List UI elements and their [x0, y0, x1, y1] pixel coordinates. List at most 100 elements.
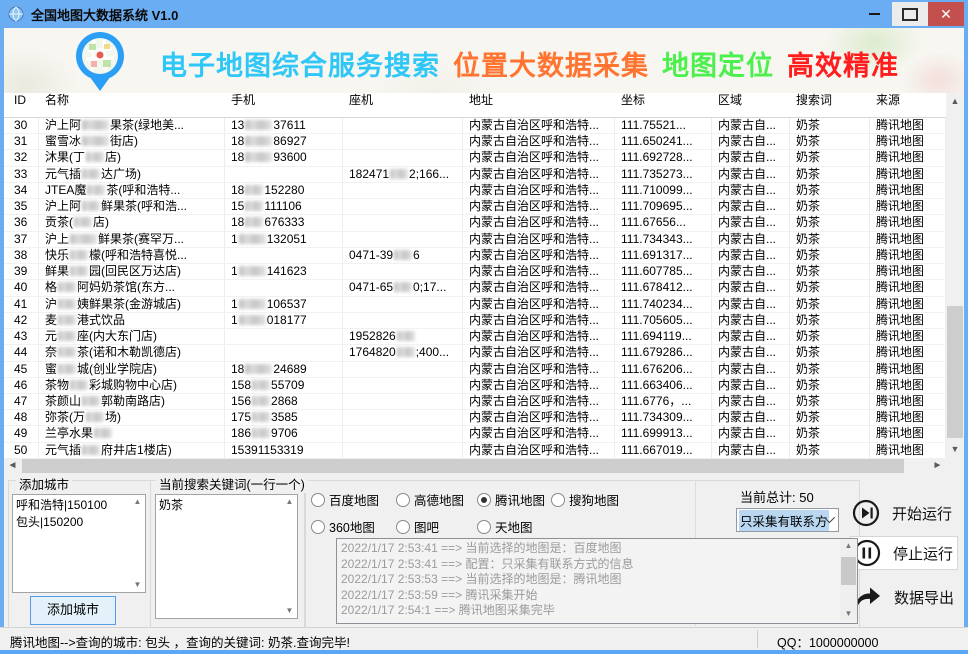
censored-blur	[58, 364, 76, 374]
table-row[interactable]: 40格阿妈奶茶馆(东方...0471-650;17...内蒙古自治区呼和浩特..…	[4, 280, 946, 296]
table-cell: 44	[4, 345, 39, 360]
scroll-up-icon[interactable]: ▲	[840, 539, 857, 553]
add-city-button[interactable]: 添加城市	[30, 596, 116, 625]
start-run-button[interactable]: 开始运行	[852, 496, 958, 530]
table-row[interactable]: 49兰亭水果1869706内蒙古自治区呼和浩特...111.699913...内…	[4, 426, 946, 442]
table-cell: 内蒙古自...	[712, 443, 790, 458]
table-cell: 奶茶	[790, 362, 870, 377]
column-header[interactable]: 区域	[712, 93, 790, 117]
radio-icon[interactable]	[396, 493, 410, 507]
table-cell: 111.75521...	[615, 118, 712, 133]
radio-icon[interactable]	[396, 520, 410, 534]
table-row[interactable]: 48弥茶(万场)1753585内蒙古自治区呼和浩特...111.734309..…	[4, 410, 946, 426]
keyword-input[interactable]: 奶茶	[155, 494, 298, 619]
map-source-radio-360地图[interactable]: 360地图	[311, 517, 375, 536]
vertical-scroll-thumb[interactable]	[947, 306, 963, 438]
table-row[interactable]: 33元气插达广场)1824712;166...内蒙古自治区呼和浩特...111.…	[4, 167, 946, 183]
close-button[interactable]: ✕	[928, 2, 964, 26]
column-header[interactable]: 地址	[463, 93, 615, 117]
table-row[interactable]: 32沐果(丁店)1893600内蒙古自治区呼和浩特...111.692728..…	[4, 150, 946, 166]
map-source-radio-搜狗地图[interactable]: 搜狗地图	[551, 490, 619, 509]
table-cell: 腾讯地图	[870, 199, 946, 214]
table-row[interactable]: 46茶物彩城购物中心店)15855709内蒙古自治区呼和浩特...111.663…	[4, 378, 946, 394]
title-bar[interactable]: 全国地图大数据系统 V1.0 ✕	[0, 0, 968, 28]
column-header[interactable]: ID	[4, 93, 39, 117]
table-cell: 111.676206...	[615, 362, 712, 377]
radio-icon[interactable]	[477, 493, 491, 507]
column-header[interactable]: 坐标	[615, 93, 712, 117]
column-header[interactable]: 手机	[225, 93, 343, 117]
radio-icon[interactable]	[551, 493, 565, 507]
textarea-down-icon[interactable]: ▼	[131, 579, 144, 591]
maximize-button[interactable]	[892, 2, 928, 26]
horizontal-scroll-thumb[interactable]	[22, 459, 904, 473]
column-header[interactable]: 搜索词	[790, 93, 870, 117]
textarea-up-icon[interactable]: ▲	[131, 496, 144, 508]
table-row[interactable]: 45蜜城(创业学院店)1824689内蒙古自治区呼和浩特...111.67620…	[4, 362, 946, 378]
minimize-button[interactable]	[856, 2, 892, 26]
table-row[interactable]: 34JTEA魔茶(呼和浩特...18152280内蒙古自治区呼和浩特...111…	[4, 183, 946, 199]
map-source-radio-百度地图[interactable]: 百度地图	[311, 490, 379, 509]
stop-run-button[interactable]: 停止运行	[850, 536, 958, 570]
table-cell: 腾讯地图	[870, 264, 946, 279]
table-cell	[343, 297, 463, 312]
table-row[interactable]: 39鲜果园(回民区万达店)1141623内蒙古自治区呼和浩特...111.607…	[4, 264, 946, 280]
scroll-right-icon[interactable]: ►	[929, 458, 946, 474]
table-row[interactable]: 31蜜雪冰街店)1886927内蒙古自治区呼和浩特...111.650241..…	[4, 134, 946, 150]
table-cell: 内蒙古自治区呼和浩特...	[463, 199, 615, 214]
column-header[interactable]: 名称	[39, 93, 225, 117]
table-row[interactable]: 42麦港式饮品1018177内蒙古自治区呼和浩特...111.705605...…	[4, 313, 946, 329]
table-row[interactable]: 44奈茶(诺和木勒凯德店)1764820;400...内蒙古自治区呼和浩特...…	[4, 345, 946, 361]
table-row[interactable]: 43元座(内大东门店)1952826内蒙古自治区呼和浩特...111.69411…	[4, 329, 946, 345]
column-header[interactable]: 座机	[343, 93, 463, 117]
table-cell: 沪上鲜果茶(赛罕万...	[39, 232, 225, 247]
table-row[interactable]: 47茶颜山郭勒南路店)1562868内蒙古自治区呼和浩特...111.6776，…	[4, 394, 946, 410]
scroll-left-icon[interactable]: ◄	[4, 458, 21, 474]
radio-icon[interactable]	[311, 493, 325, 507]
table-row[interactable]: 36贡茶(店)18676333内蒙古自治区呼和浩特...111.67656...…	[4, 215, 946, 231]
log-scroll-thumb[interactable]	[841, 557, 856, 585]
status-divider	[757, 630, 758, 648]
table-cell: 奶茶	[790, 378, 870, 393]
censored-blur	[94, 428, 112, 438]
table-cell: 腾讯地图	[870, 183, 946, 198]
radio-icon[interactable]	[477, 520, 491, 534]
table-horizontal-scrollbar[interactable]: ◄ ►	[4, 458, 946, 474]
table-row[interactable]: 35沪上阿鲜果茶(呼和浩...15111106内蒙古自治区呼和浩特...111.…	[4, 199, 946, 215]
table-cell	[343, 410, 463, 425]
table-row[interactable]: 41沪姨鲜果茶(金游城店)1106537内蒙古自治区呼和浩特...111.740…	[4, 297, 946, 313]
map-source-radio-腾讯地图[interactable]: 腾讯地图	[477, 490, 545, 509]
table-row[interactable]: 50元气插府井店1楼店)15391153319内蒙古自治区呼和浩特...111.…	[4, 443, 946, 459]
city-list-input[interactable]: 呼和浩特|150100 包头|150200	[12, 494, 146, 593]
table-row[interactable]: 38快乐檬(呼和浩特喜悦...0471-396内蒙古自治区呼和浩特...111.…	[4, 248, 946, 264]
censored-blur	[394, 250, 412, 260]
textarea-down-icon[interactable]: ▼	[283, 605, 296, 617]
map-source-radio-天地图[interactable]: 天地图	[477, 517, 533, 536]
table-row[interactable]: 30沪上阿果茶(绿地美...1337611内蒙古自治区呼和浩特...111.75…	[4, 118, 946, 134]
table-row[interactable]: 37沪上鲜果茶(赛罕万...1132051内蒙古自治区呼和浩特...111.73…	[4, 232, 946, 248]
table-cell: 内蒙古自治区呼和浩特...	[463, 118, 615, 133]
log-scrollbar[interactable]: ▲ ▼	[840, 539, 857, 621]
scroll-down-icon[interactable]: ▼	[840, 607, 857, 621]
table-cell: 内蒙古自...	[712, 183, 790, 198]
censored-blur	[82, 396, 100, 406]
textarea-up-icon[interactable]: ▲	[283, 496, 296, 508]
scroll-down-icon[interactable]: ▼	[946, 441, 964, 458]
table-cell: 内蒙古自...	[712, 426, 790, 441]
table-cell: 沐果(丁店)	[39, 150, 225, 165]
map-source-radio-图吧[interactable]: 图吧	[396, 517, 439, 536]
collect-filter-select[interactable]: 只采集有联系方	[736, 508, 839, 532]
column-header[interactable]: 来源	[870, 93, 946, 117]
data-export-button[interactable]: 数据导出	[852, 580, 958, 614]
table-cell: 内蒙古自...	[712, 394, 790, 409]
table-cell: 内蒙古自治区呼和浩特...	[463, 378, 615, 393]
stop-run-label: 停止运行	[893, 543, 953, 564]
table-cell: 腾讯地图	[870, 394, 946, 409]
table-vertical-scrollbar[interactable]: ▲ ▼	[946, 93, 964, 458]
map-source-radio-高德地图[interactable]: 高德地图	[396, 490, 464, 509]
scroll-up-icon[interactable]: ▲	[946, 93, 964, 110]
table-cell: 快乐檬(呼和浩特喜悦...	[39, 248, 225, 263]
censored-blur	[245, 136, 272, 146]
table-cell: 内蒙古自治区呼和浩特...	[463, 329, 615, 344]
radio-icon[interactable]	[311, 520, 325, 534]
